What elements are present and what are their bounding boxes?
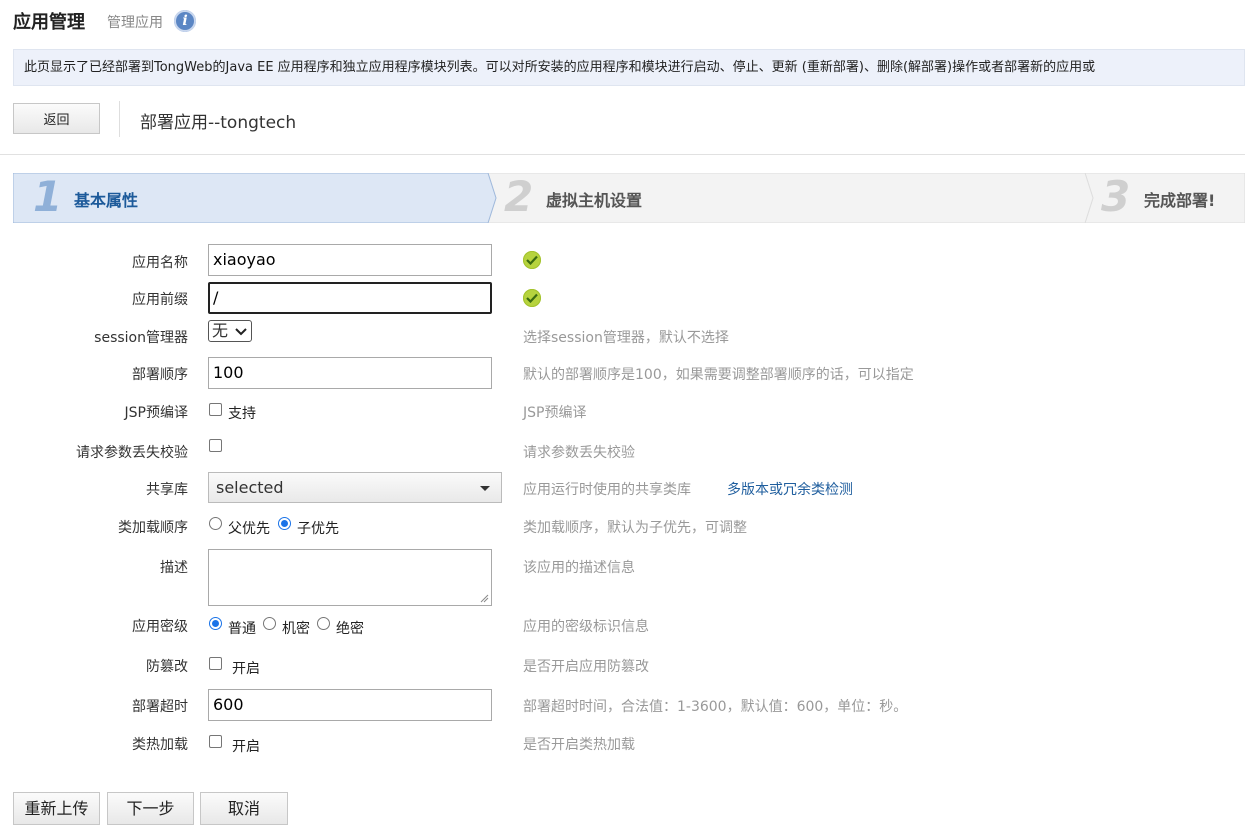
session-manager-hint: 选择session管理器，默认不选择: [523, 330, 729, 346]
level-secret-option: 机密: [282, 621, 310, 637]
app-name-input[interactable]: xiaoyao: [208, 244, 492, 276]
param-loss-check-checkbox[interactable]: [209, 439, 222, 452]
level-secret-radio[interactable]: [263, 617, 276, 630]
wizard-steps: 1 基本属性 2 虚拟主机设置 3 完成部署!: [13, 172, 1245, 223]
hot-reload-label: 类热加载: [132, 737, 188, 753]
tamper-proof-hint: 是否开启应用防篡改: [523, 659, 649, 675]
divider: [119, 101, 120, 137]
description-hint: 该应用的描述信息: [523, 560, 635, 576]
deploy-order-input[interactable]: 100: [208, 357, 492, 389]
child-first-radio[interactable]: [278, 517, 291, 530]
level-topsecret-radio[interactable]: [317, 617, 330, 630]
description-label: 描述: [160, 560, 188, 576]
step-2-number: 2: [504, 172, 534, 221]
back-button[interactable]: 返回: [13, 103, 100, 134]
app-prefix-input[interactable]: /: [208, 282, 492, 314]
chevron-down-icon: [235, 328, 247, 336]
check-icon: [523, 251, 541, 269]
dropdown-arrow-icon: [480, 486, 490, 491]
hot-reload-hint: 是否开启类热加载: [523, 737, 635, 753]
description-textarea[interactable]: [208, 549, 492, 606]
check-icon: [523, 289, 541, 307]
jsp-precompile-label: JSP预编译: [124, 405, 188, 421]
step-2-label: 虚拟主机设置: [546, 191, 643, 210]
classload-order-hint: 类加载顺序，默认为子优先，可调整: [523, 520, 747, 536]
security-level-label: 应用密级: [132, 619, 188, 635]
resize-handle-icon[interactable]: [480, 594, 489, 603]
session-manager-value: 无: [212, 321, 229, 340]
security-level-hint: 应用的密级标识信息: [523, 619, 649, 635]
deploy-title: 部署应用--tongtech: [140, 113, 297, 133]
app-name-label: 应用名称: [132, 255, 188, 271]
deploy-order-hint: 默认的部署顺序是100，如果需要调整部署顺序的话，可以指定: [523, 367, 914, 383]
shared-lib-label: 共享库: [146, 482, 188, 498]
hot-reload-option: 开启: [232, 739, 260, 755]
tamper-proof-checkbox[interactable]: [209, 657, 222, 670]
classload-order-label: 类加载顺序: [118, 520, 188, 536]
tamper-proof-label: 防篡改: [146, 659, 188, 675]
step-3-number: 3: [1101, 172, 1131, 221]
shared-lib-hint: 应用运行时使用的共享类库: [523, 482, 691, 498]
divider: [0, 154, 1245, 155]
level-normal-option: 普通: [228, 621, 256, 637]
jsp-precompile-checkbox[interactable]: [209, 403, 222, 416]
hot-reload-checkbox[interactable]: [209, 735, 222, 748]
step-3-label: 完成部署!: [1144, 191, 1216, 210]
step-1-label: 基本属性: [74, 191, 139, 210]
deploy-timeout-input[interactable]: 600: [208, 689, 492, 721]
session-manager-label: session管理器: [94, 330, 188, 346]
level-normal-radio[interactable]: [209, 617, 222, 630]
param-loss-check-hint: 请求参数丢失校验: [523, 445, 635, 461]
next-button[interactable]: 下一步: [107, 792, 194, 825]
deploy-order-label: 部署顺序: [132, 367, 188, 383]
deploy-timeout-hint: 部署超时时间，合法值：1-3600，默认值：600，单位：秒。: [523, 699, 908, 715]
step-1-number: 1: [33, 172, 63, 221]
param-loss-check-label: 请求参数丢失校验: [76, 445, 188, 461]
jsp-precompile-hint: JSP预编译: [523, 405, 587, 421]
page-subtitle: 管理应用: [107, 15, 163, 31]
child-first-option: 子优先: [297, 521, 339, 537]
info-icon[interactable]: i: [174, 10, 196, 32]
reupload-button[interactable]: 重新上传: [13, 792, 100, 825]
cancel-button[interactable]: 取消: [200, 792, 288, 825]
notice-banner: 此页显示了已经部署到TongWeb的Java EE 应用程序和独立应用程序模块列…: [13, 49, 1245, 86]
deploy-timeout-label: 部署超时: [132, 699, 188, 715]
level-topsecret-option: 绝密: [336, 621, 364, 637]
shared-lib-value: selected: [216, 478, 284, 497]
app-prefix-label: 应用前缀: [132, 292, 188, 308]
parent-first-option: 父优先: [228, 521, 270, 537]
parent-first-radio[interactable]: [209, 517, 222, 530]
shared-lib-select[interactable]: selected: [208, 472, 502, 503]
page-title: 应用管理: [13, 12, 85, 33]
multi-version-check-link[interactable]: 多版本或冗余类检测: [727, 479, 853, 499]
jsp-precompile-option: 支持: [228, 406, 256, 422]
tamper-proof-option: 开启: [232, 661, 260, 677]
session-manager-select[interactable]: 无: [208, 320, 252, 342]
